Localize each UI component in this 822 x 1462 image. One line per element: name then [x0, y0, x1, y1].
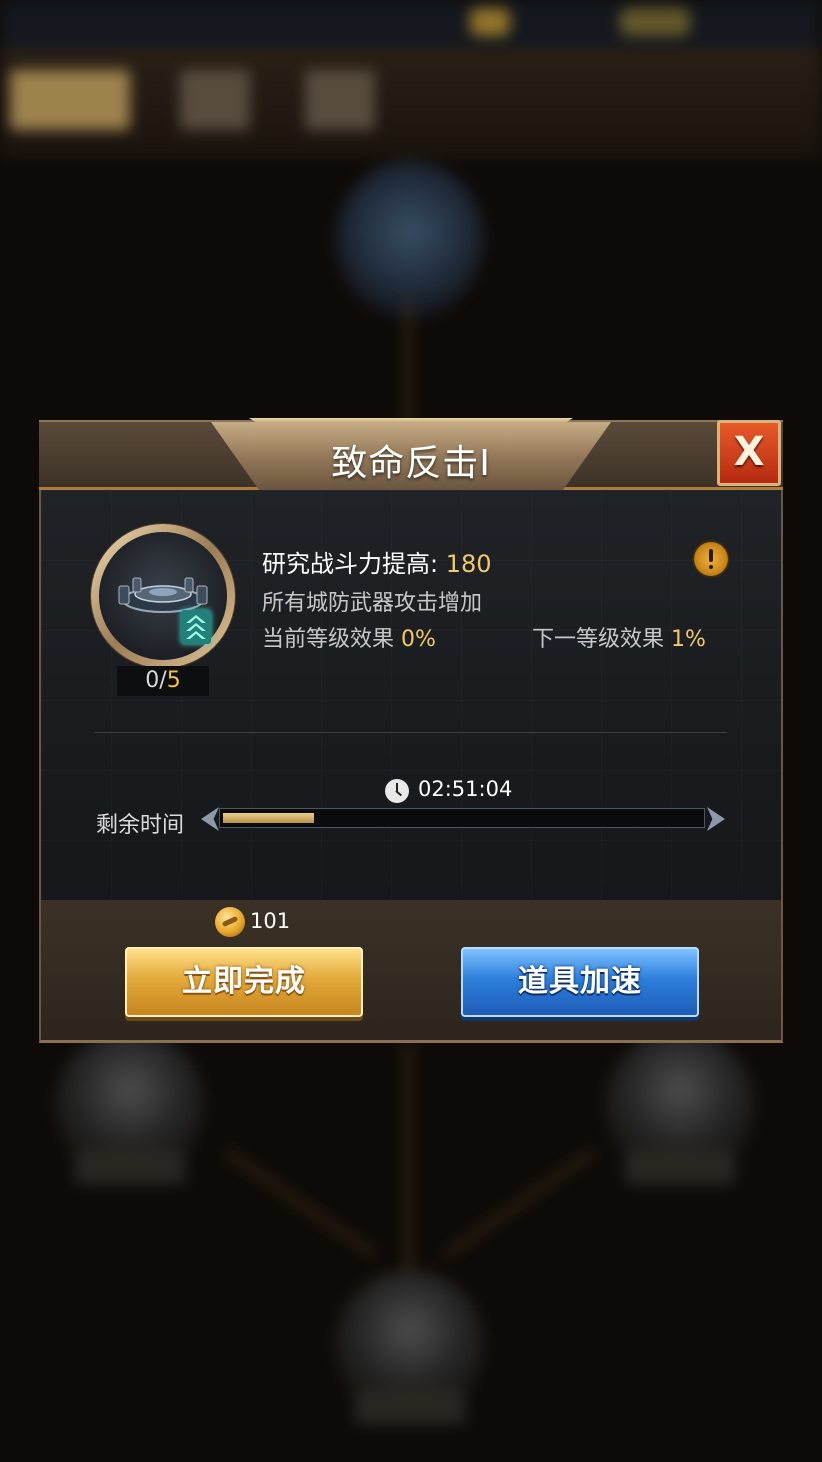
countdown-timer: 02:51:04: [418, 777, 513, 801]
gold-cost: 101: [250, 909, 291, 933]
progress-left-cap: [201, 807, 219, 831]
power-value: 180: [445, 550, 492, 578]
research-level: 0/5: [117, 666, 209, 696]
research-description: 所有城防武器攻击增加: [262, 591, 483, 616]
remaining-time-label: 剩余时间: [96, 813, 185, 838]
next-effect-label: 下一等级效果: [532, 627, 665, 652]
current-effect: 当前等级效果 0%: [262, 621, 436, 653]
progress-track: [219, 808, 705, 828]
complete-now-button[interactable]: 立即完成: [125, 947, 363, 1017]
info-icon[interactable]: [694, 542, 728, 576]
level-current: 0: [145, 668, 160, 693]
current-effect-value: 0%: [401, 627, 436, 652]
next-effect: 下一等级效果 1%: [532, 621, 706, 653]
current-effect-label: 当前等级效果: [262, 627, 395, 652]
progress-fill: [223, 813, 314, 823]
power-increase-line: 研究战斗力提高: 180: [262, 544, 492, 579]
close-button[interactable]: X: [717, 420, 781, 486]
level-max: 5: [166, 668, 181, 693]
clock-icon: [385, 779, 409, 803]
dialog-title: 致命反击I: [331, 443, 491, 484]
section-divider: [95, 732, 727, 733]
time-progress-bar: [201, 806, 725, 832]
dialog-header: 致命反击I: [39, 418, 783, 490]
gold-coin-icon: [215, 907, 245, 937]
item-speedup-button[interactable]: 道具加速: [461, 947, 699, 1017]
power-label: 研究战斗力提高:: [262, 550, 439, 578]
level-separator: /: [159, 668, 167, 693]
rank-chevron-icon: [181, 610, 211, 644]
research-icon-frame: [91, 524, 235, 668]
research-dialog: 致命反击I X 0/5 研究战斗力提高: 180 所有城防武器攻击增加 当前等级…: [39, 418, 783, 1043]
next-effect-value: 1%: [671, 627, 706, 652]
progress-right-cap: [707, 807, 725, 831]
